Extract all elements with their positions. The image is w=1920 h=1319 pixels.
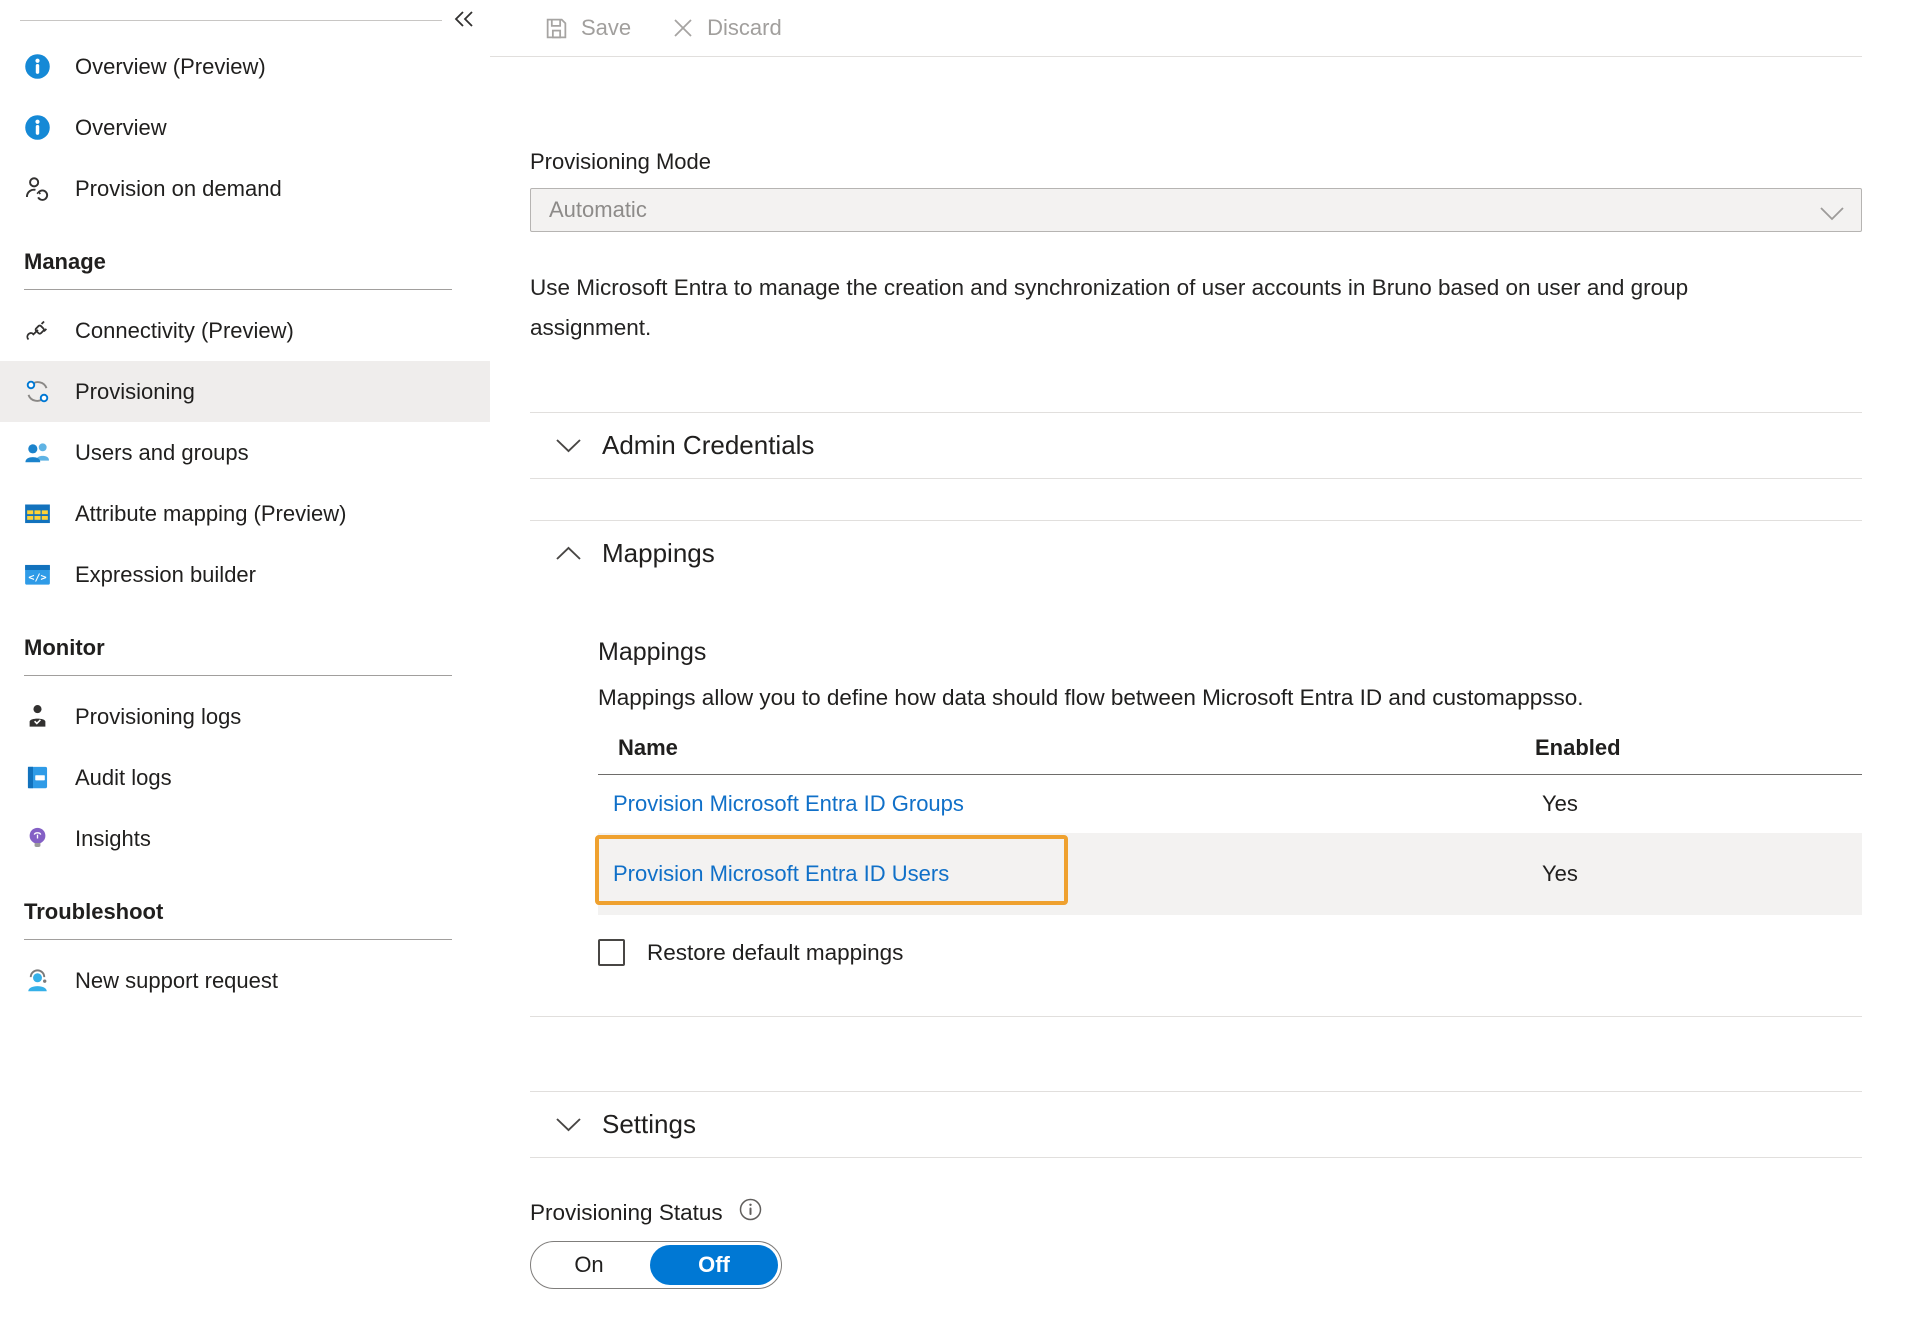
restore-default-mappings-label: Restore default mappings — [647, 940, 903, 966]
svg-text:</>: </> — [28, 573, 46, 584]
mappings-table-body: Provision Microsoft Entra ID GroupsYesPr… — [598, 775, 1862, 915]
sidebar-item-connectivity-preview[interactable]: Connectivity (Preview) — [0, 300, 490, 361]
info-icon — [24, 53, 51, 80]
sidebar-item-provisioning[interactable]: Provisioning — [0, 361, 490, 422]
chevron-down-icon — [555, 1111, 582, 1138]
sidebar-item-provisioning-logs[interactable]: Provisioning logs — [0, 686, 490, 747]
section-divider — [530, 1157, 1862, 1158]
provisioning-description: Use Microsoft Entra to manage the creati… — [530, 268, 1770, 348]
section-header-mappings[interactable]: Mappings — [530, 521, 1862, 586]
sidebar-item-label: Overview — [75, 115, 167, 141]
provisioning-mode-value: Automatic — [549, 197, 647, 223]
sidebar-item-label: Audit logs — [75, 765, 172, 791]
mappings-heading: Mappings — [598, 638, 1862, 667]
info-icon — [24, 114, 51, 141]
sidebar-item-label: Users and groups — [75, 440, 249, 466]
provisioning-status-label: Provisioning Status — [530, 1200, 723, 1226]
provisioning-mode-dropdown[interactable]: Automatic — [530, 188, 1862, 232]
table-row: Provision Microsoft Entra ID Groups Yes — [598, 775, 1862, 833]
restore-default-mappings-row: Restore default mappings — [598, 939, 1862, 966]
enabled-value: Yes — [1542, 861, 1578, 887]
sidebar-item-overview-preview[interactable]: Overview (Preview) — [0, 36, 490, 97]
save-label: Save — [581, 15, 631, 41]
close-icon — [671, 16, 695, 40]
sidebar: Overview (Preview) Overview Provision on d… — [0, 0, 490, 1319]
sidebar-section-header-manage: Manage — [24, 249, 452, 290]
restore-default-mappings-checkbox[interactable] — [598, 939, 625, 966]
sidebar-section-header-monitor: Monitor — [24, 635, 452, 676]
chevron-down-icon — [1819, 202, 1845, 228]
provisioning-status-row: Provisioning Status — [530, 1198, 1862, 1227]
mappings-table-header: Name Enabled — [598, 721, 1862, 775]
section-header-settings[interactable]: Settings — [530, 1092, 1862, 1157]
sidebar-item-label: Provisioning logs — [75, 704, 241, 730]
provisioning-logs-icon — [24, 703, 51, 730]
sidebar-item-new-support-request[interactable]: New support request — [0, 950, 490, 1011]
section-label: Admin Credentials — [602, 430, 814, 461]
mapping-link-provision-microsoft-entra-id-users[interactable]: Provision Microsoft Entra ID Users — [613, 861, 949, 887]
sidebar-item-label: Connectivity (Preview) — [75, 318, 294, 344]
insights-icon — [24, 825, 51, 852]
sidebar-item-users-and-groups[interactable]: Users and groups — [0, 422, 490, 483]
expression-builder-icon: </> — [24, 561, 51, 588]
attribute-mapping-icon — [24, 500, 51, 527]
sidebar-top-divider — [20, 20, 442, 21]
save-icon — [544, 16, 569, 41]
sidebar-item-expression-builder[interactable]: </> Expression builder — [0, 544, 490, 605]
sidebar-top — [0, 0, 490, 36]
info-icon[interactable] — [739, 1198, 762, 1227]
section-label: Mappings — [602, 538, 715, 569]
double-chevron-left-icon — [451, 7, 477, 36]
connectivity-icon — [24, 317, 51, 344]
section-label: Settings — [602, 1109, 696, 1140]
sidebar-item-label: Attribute mapping (Preview) — [75, 501, 346, 527]
sidebar-item-label: Overview (Preview) — [75, 54, 266, 80]
table-row: Provision Microsoft Entra ID Users Yes — [598, 833, 1862, 915]
sidebar-item-label: Insights — [75, 826, 151, 852]
provisioning-mode-label: Provisioning Mode — [530, 149, 1862, 175]
sidebar-item-label: Expression builder — [75, 562, 256, 588]
mappings-description: Mappings allow you to define how data sh… — [598, 685, 1862, 711]
provisioning-icon — [24, 378, 51, 405]
discard-label: Discard — [707, 15, 782, 41]
toggle-option-on[interactable]: On — [531, 1242, 647, 1288]
users-and-groups-icon — [24, 439, 51, 466]
sidebar-item-overview[interactable]: Overview — [0, 97, 490, 158]
toggle-option-off[interactable]: Off — [650, 1245, 778, 1285]
sidebar-item-label: Provision on demand — [75, 176, 282, 202]
chevron-up-icon — [555, 540, 582, 567]
sidebar-item-label: Provisioning — [75, 379, 195, 405]
audit-logs-icon — [24, 764, 51, 791]
collapse-sidebar-button[interactable] — [446, 4, 482, 38]
section-header-admin-credentials[interactable]: Admin Credentials — [530, 413, 1862, 478]
provision-on-demand-icon — [24, 175, 51, 202]
column-header-name: Name — [618, 735, 678, 761]
new-support-request-icon — [24, 967, 51, 994]
sidebar-item-provision-on-demand[interactable]: Provision on demand — [0, 158, 490, 219]
main-content: Save Discard Provisioning Mode Automatic… — [490, 0, 1920, 1319]
sidebar-item-insights[interactable]: Insights — [0, 808, 490, 869]
sidebar-section-header-troubleshoot: Troubleshoot — [24, 899, 452, 940]
save-button[interactable]: Save — [544, 15, 631, 41]
provisioning-status-toggle: On Off — [530, 1241, 782, 1289]
sidebar-item-label: New support request — [75, 968, 278, 994]
mapping-link-provision-microsoft-entra-id-groups[interactable]: Provision Microsoft Entra ID Groups — [613, 791, 964, 817]
column-header-enabled: Enabled — [1535, 735, 1621, 761]
mappings-section: Mappings Mappings allow you to define ho… — [598, 586, 1862, 966]
sidebar-item-attribute-mapping-preview[interactable]: Attribute mapping (Preview) — [0, 483, 490, 544]
sidebar-item-audit-logs[interactable]: Audit logs — [0, 747, 490, 808]
sidebar-nav: Overview (Preview) Overview Provision on d… — [0, 36, 490, 1011]
enabled-value: Yes — [1542, 791, 1578, 817]
discard-button[interactable]: Discard — [671, 15, 782, 41]
chevron-down-icon — [555, 432, 582, 459]
command-bar: Save Discard — [490, 0, 1862, 57]
